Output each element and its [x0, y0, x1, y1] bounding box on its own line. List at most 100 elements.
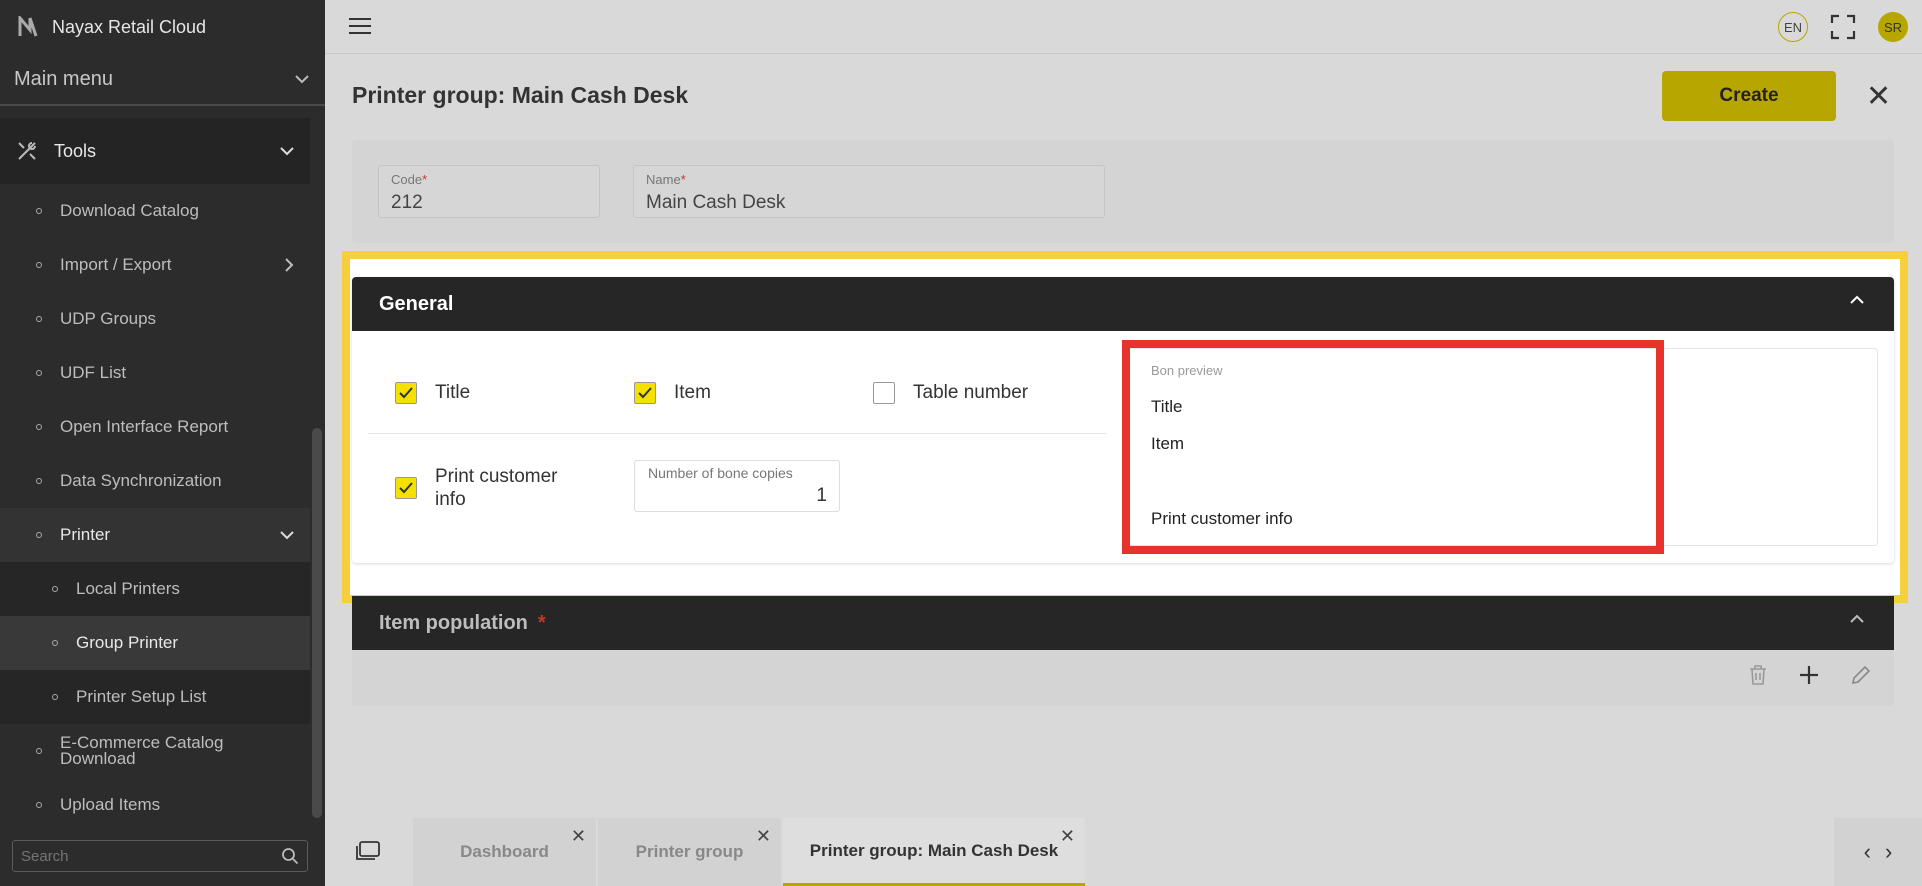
item-population-header[interactable]: Item population * [352, 596, 1894, 650]
sidebar-item-printer[interactable]: Printer [0, 508, 310, 562]
sidebar-item-label: UDP Groups [60, 309, 157, 328]
table-number-checkbox-label: Table number [913, 382, 1029, 403]
title-checkbox[interactable] [395, 382, 417, 404]
sidebar-scrollbar[interactable] [312, 428, 322, 818]
tab-bar: Dashboard ✕ Printer group ✕ Printer grou… [325, 818, 1922, 886]
table-number-checkbox-row[interactable]: Table number [873, 382, 1028, 404]
tools-icon [18, 142, 36, 160]
check-icon [399, 387, 413, 399]
bon-preview-label: Bon preview [1151, 363, 1223, 378]
item-checkbox[interactable] [634, 382, 656, 404]
sidebar-item-label: Printer [60, 525, 111, 544]
page-title: Printer group: Main Cash Desk [352, 82, 689, 108]
main-menu-toggle[interactable]: Main menu [0, 54, 325, 106]
bullet-icon [36, 478, 42, 484]
chevron-left-icon[interactable]: ‹ [1864, 839, 1871, 865]
brand[interactable]: Nayax Retail Cloud [0, 0, 325, 54]
sidebar-item-label: Group Printer [76, 633, 179, 652]
tab-printer-group[interactable]: Printer group ✕ [598, 818, 781, 886]
chevron-down-icon [280, 531, 294, 540]
bullet-icon [36, 262, 42, 268]
customer-info-checkbox-label: Print customer info [435, 466, 558, 510]
customer-info-checkbox[interactable] [395, 477, 417, 499]
item-checkbox-label: Item [674, 382, 711, 403]
sidebar-item-label: Local Printers [76, 579, 180, 598]
sidebar-item-udp-groups[interactable]: UDP Groups [0, 292, 310, 346]
sidebar-item-printer-setup-list[interactable]: Printer Setup List [0, 670, 310, 724]
tab-label: Printer group [635, 842, 744, 861]
sidebar-item-group-printer[interactable]: Group Printer [0, 616, 310, 670]
customer-info-checkbox-row[interactable]: Print customer info [395, 465, 585, 511]
check-icon [399, 482, 413, 494]
name-value: Main Cash Desk [646, 192, 786, 213]
avatar[interactable]: SR [1878, 12, 1908, 42]
code-field[interactable]: Code* 212 [378, 165, 600, 218]
preview-line-item: Item [1151, 434, 1185, 453]
windows-icon[interactable] [355, 840, 381, 862]
header-fields-card: Code* 212 Name* Main Cash Desk [352, 140, 1894, 243]
sidebar-item-label: UDF List [60, 363, 127, 382]
bullet-icon [36, 424, 42, 430]
sidebar-item-local-printers[interactable]: Local Printers [0, 562, 310, 616]
code-label: Code [391, 172, 423, 187]
bullet-icon [36, 370, 42, 376]
chevron-down-icon [280, 147, 294, 156]
sidebar-item-upload-items[interactable]: Upload Items [0, 778, 310, 832]
sidebar-item-label: Import / Export [60, 255, 172, 274]
chevron-right-icon [285, 258, 294, 272]
main-menu-label: Main menu [14, 67, 113, 90]
close-icon[interactable]: ✕ [1866, 82, 1891, 112]
language-selector[interactable]: EN [1778, 12, 1808, 42]
trash-icon[interactable] [1748, 664, 1768, 686]
tab-dashboard[interactable]: Dashboard ✕ [413, 818, 596, 886]
hamburger-menu-icon[interactable] [349, 18, 371, 39]
code-value: 212 [391, 192, 423, 213]
bullet-icon [36, 316, 42, 322]
item-population-section: Item population * [352, 596, 1894, 706]
general-header[interactable]: General [352, 277, 1894, 331]
bone-copies-label: Number of bone copies [648, 465, 793, 481]
sidebar-item-label: Printer Setup List [76, 687, 207, 706]
search-icon[interactable] [281, 847, 299, 865]
sidebar-item-download-catalog[interactable]: Download Catalog [0, 184, 310, 238]
table-number-checkbox[interactable] [873, 382, 895, 404]
add-icon[interactable] [1798, 664, 1820, 686]
app-title: Nayax Retail Cloud [52, 16, 207, 37]
sidebar-item-open-interface-report[interactable]: Open Interface Report [0, 400, 310, 454]
edit-icon[interactable] [1850, 664, 1872, 686]
sidebar-item-label: Download Catalog [60, 201, 199, 220]
sidebar-item-label: Open Interface Report [60, 417, 229, 436]
name-field[interactable]: Name* Main Cash Desk [633, 165, 1105, 218]
required-mark: * [537, 611, 546, 634]
bullet-icon [36, 208, 42, 214]
search-input[interactable] [21, 847, 281, 865]
title-checkbox-row[interactable]: Title [395, 382, 470, 404]
name-label: Name [646, 172, 681, 187]
required-mark: * [680, 172, 686, 187]
fullscreen-icon[interactable] [1830, 14, 1856, 40]
chevron-up-icon [1850, 614, 1864, 623]
bullet-icon [36, 802, 42, 808]
sidebar-item-tools[interactable]: Tools [0, 118, 310, 184]
tab-label: Dashboard [460, 842, 549, 861]
sidebar-item-data-synchronization[interactable]: Data Synchronization [0, 454, 310, 508]
create-button[interactable]: Create [1662, 71, 1836, 121]
sidebar-item-label: Tools [54, 140, 97, 161]
item-checkbox-row[interactable]: Item [634, 382, 711, 404]
close-icon[interactable]: ✕ [571, 826, 586, 847]
bullet-icon [36, 748, 42, 754]
check-icon [638, 387, 652, 399]
bullet-icon [52, 694, 58, 700]
close-icon[interactable]: ✕ [1060, 826, 1075, 847]
chevron-up-icon [1850, 295, 1864, 304]
sidebar-item-udf-list[interactable]: UDF List [0, 346, 310, 400]
tab-printer-group-main-cash-desk[interactable]: Printer group: Main Cash Desk ✕ [783, 818, 1085, 886]
sidebar-item-ecommerce-catalog-download[interactable]: E-Commerce Catalog Download [0, 724, 310, 778]
bone-copies-field[interactable]: Number of bone copies 1 [634, 460, 840, 512]
sidebar-item-label: Data Synchronization [60, 471, 222, 490]
sidebar-item-import-export[interactable]: Import / Export [0, 238, 310, 292]
close-icon[interactable]: ✕ [756, 826, 771, 847]
nayax-logo-icon [18, 16, 38, 37]
chevron-right-icon[interactable]: › [1885, 839, 1892, 865]
preview-line-customer-info: Print customer info [1151, 509, 1293, 528]
